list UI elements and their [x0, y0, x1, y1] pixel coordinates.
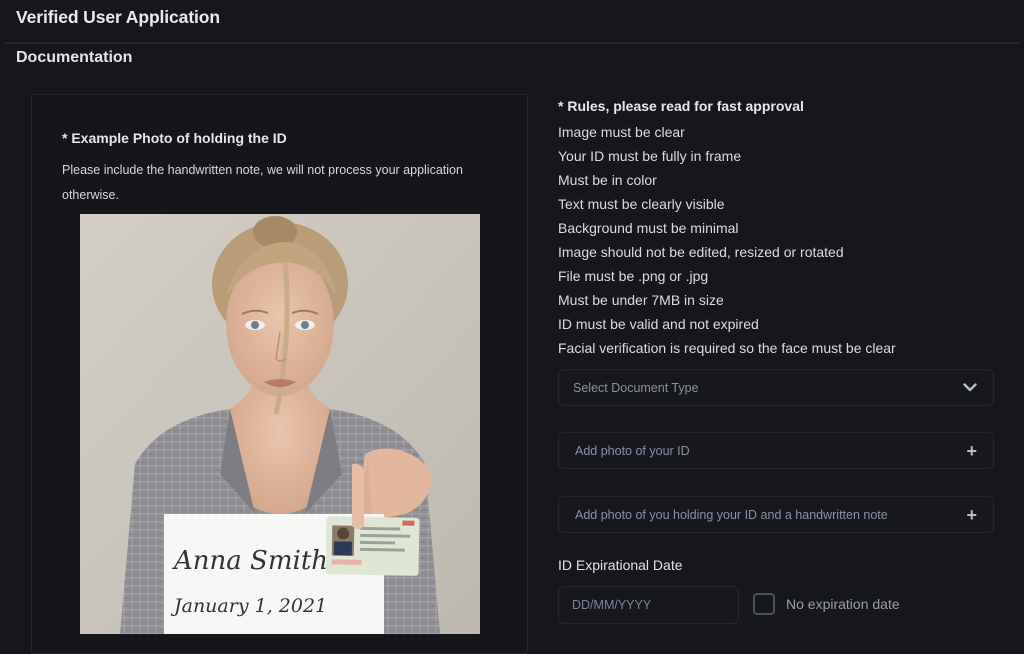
- header-divider: [5, 42, 1020, 44]
- note-line-1: Anna Smith: [172, 546, 328, 576]
- expiration-date-label: ID Expirational Date: [558, 557, 683, 573]
- plus-icon: +: [966, 504, 977, 525]
- rule-item: Facial verification is required so the f…: [558, 340, 896, 356]
- app-title: Verified User Application: [16, 7, 220, 27]
- document-type-placeholder: Select Document Type: [573, 380, 699, 395]
- example-photo-illustration: Anna Smith January 1, 2021: [80, 214, 480, 634]
- rule-item: Text must be clearly visible: [558, 196, 725, 212]
- rules-list: * Rules, please read for fast approval I…: [558, 96, 896, 360]
- example-heading: * Example Photo of holding the ID: [62, 130, 287, 146]
- rule-item: Must be in color: [558, 172, 657, 188]
- rules-heading: * Rules, please read for fast approval: [558, 98, 804, 114]
- rule-item: Must be under 7MB in size: [558, 292, 724, 308]
- example-photo: Anna Smith January 1, 2021: [80, 214, 480, 634]
- example-photo-card: * Example Photo of holding the ID Please…: [31, 94, 528, 654]
- rule-item: Image should not be edited, resized or r…: [558, 244, 844, 260]
- rule-item: Background must be minimal: [558, 220, 739, 236]
- rule-item: File must be .png or .jpg: [558, 268, 709, 284]
- rule-item: Image must be clear: [558, 124, 685, 140]
- chevron-down-icon: [963, 383, 977, 392]
- plus-icon: +: [966, 440, 977, 461]
- example-description: Please include the handwritten note, we …: [62, 163, 463, 202]
- add-id-photo-button[interactable]: Add photo of your ID +: [558, 432, 994, 469]
- no-expiration-label: No expiration date: [786, 596, 900, 612]
- document-type-select[interactable]: Select Document Type: [558, 369, 994, 406]
- add-id-photo-label: Add photo of your ID: [575, 443, 690, 458]
- no-expiration-checkbox[interactable]: [753, 593, 775, 615]
- section-title: Documentation: [16, 49, 133, 66]
- note-line-2: January 1, 2021: [170, 595, 327, 617]
- add-holding-photo-button[interactable]: Add photo of you holding your ID and a h…: [558, 496, 994, 533]
- rule-item: Your ID must be fully in frame: [558, 148, 742, 164]
- no-expiration-checkbox-row[interactable]: No expiration date: [753, 593, 900, 615]
- add-holding-photo-label: Add photo of you holding your ID and a h…: [575, 507, 888, 522]
- rule-item: ID must be valid and not expired: [558, 316, 759, 332]
- expiration-date-input[interactable]: [558, 586, 739, 624]
